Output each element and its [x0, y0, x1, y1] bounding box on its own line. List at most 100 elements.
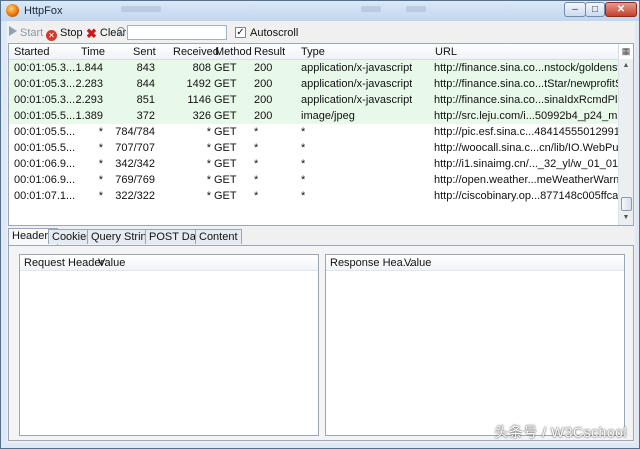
cell-type: * — [301, 174, 306, 186]
cell-sent: 707/707 — [115, 142, 155, 154]
cell-time: * — [98, 158, 103, 170]
cell-type: * — [301, 126, 306, 138]
cell-time: 2.283 — [75, 78, 103, 90]
background-title-text — [406, 6, 426, 12]
response-headers-header: Response Hea... Value — [326, 255, 624, 271]
cell-time: * — [98, 190, 103, 202]
cell-started: 00:01:07.1... — [14, 190, 76, 202]
cell-type: image/jpeg — [301, 110, 355, 122]
cell-time: 1.844 — [75, 62, 103, 74]
column-picker-icon[interactable]: ▦ — [618, 44, 633, 59]
stop-label: Stop — [60, 27, 83, 39]
request-value-column[interactable]: Value — [98, 257, 125, 269]
response-headers-pane[interactable]: Response Hea... Value — [325, 254, 625, 436]
table-scrollbar[interactable]: ▲ ▼ — [618, 59, 633, 225]
header-received[interactable]: Received — [173, 46, 219, 58]
cell-type: * — [301, 158, 306, 170]
cell-result: 200 — [254, 110, 273, 122]
cell-result: * — [254, 142, 259, 154]
cell-method: GET — [214, 190, 237, 202]
tab-content[interactable]: Content — [195, 229, 242, 244]
header-sent[interactable]: Sent — [133, 46, 156, 58]
cell-method: GET — [214, 110, 237, 122]
autoscroll-label[interactable]: Autoscroll — [250, 27, 298, 39]
header-time[interactable]: Time — [81, 46, 105, 58]
cell-result: * — [254, 190, 259, 202]
filter-input[interactable] — [127, 25, 227, 40]
cell-result: * — [254, 158, 259, 170]
search-icon — [117, 27, 125, 35]
stop-button[interactable]: ✕ Stop — [46, 25, 83, 41]
cell-type: application/x-javascript — [301, 78, 413, 90]
maximize-button[interactable]: □ — [585, 2, 605, 17]
cell-url: http://woocall.sina.c...cn/lib/IO.WebPus… — [434, 142, 619, 154]
cell-started: 00:01:05.3... — [14, 78, 76, 90]
cell-sent: 322/322 — [115, 190, 155, 202]
header-method[interactable]: Method — [215, 46, 252, 58]
start-button[interactable]: Start — [9, 25, 43, 41]
play-icon — [9, 26, 17, 36]
scroll-down-icon[interactable]: ▼ — [619, 211, 633, 225]
close-button[interactable]: ✕ — [605, 2, 637, 17]
cell-time: * — [98, 126, 103, 138]
cell-time: * — [98, 174, 103, 186]
table-row[interactable]: 00:01:05.5... * 707/707 * GET * * http:/… — [9, 140, 619, 156]
cell-time: * — [98, 142, 103, 154]
cell-sent: 851 — [136, 94, 155, 106]
response-value-column[interactable]: Value — [404, 257, 431, 269]
cell-method: GET — [214, 126, 237, 138]
background-title-text — [361, 6, 381, 12]
cell-result: * — [254, 174, 259, 186]
cell-started: 00:01:06.9... — [14, 158, 76, 170]
response-header-column[interactable]: Response Hea... — [330, 257, 412, 269]
headers-panel: Request Header Value Response Hea... Val… — [8, 245, 634, 441]
cell-sent: 844 — [136, 78, 155, 90]
table-row[interactable]: 00:01:05.3... 1.844 843 808 GET 200 appl… — [9, 60, 619, 76]
table-row[interactable]: 00:01:05.3... 2.293 851 1146 GET 200 app… — [9, 92, 619, 108]
scroll-up-icon[interactable]: ▲ — [619, 59, 633, 73]
cell-started: 00:01:05.5... — [14, 142, 76, 154]
header-url[interactable]: URL — [435, 46, 457, 58]
table-row[interactable]: 00:01:05.5... 1.389 372 326 GET 200 imag… — [9, 108, 619, 124]
table-row[interactable]: 00:01:05.3... 2.283 844 1492 GET 200 app… — [9, 76, 619, 92]
cell-started: 00:01:05.5... — [14, 126, 76, 138]
clear-x-icon: ✖ — [86, 26, 97, 41]
table-row[interactable]: 00:01:07.1... * 322/322 * GET * * http:/… — [9, 188, 619, 204]
request-rows: 00:01:05.3... 1.844 843 808 GET 200 appl… — [9, 60, 619, 204]
cell-result: 200 — [254, 62, 273, 74]
cell-sent: 372 — [136, 110, 155, 122]
table-row[interactable]: 00:01:05.5... * 784/784 * GET * * http:/… — [9, 124, 619, 140]
scrollbar-thumb[interactable] — [621, 197, 632, 211]
autoscroll-checkbox[interactable]: ✓ — [235, 27, 246, 38]
cell-url: http://ciscobinary.op...877148c005ffca59… — [434, 190, 619, 202]
cell-method: GET — [214, 94, 237, 106]
minimize-button[interactable]: ‒ — [564, 2, 586, 17]
cell-received: * — [206, 174, 211, 186]
header-result[interactable]: Result — [254, 46, 285, 58]
cell-received: 326 — [192, 110, 211, 122]
request-headers-header: Request Header Value — [20, 255, 318, 271]
cell-result: * — [254, 126, 259, 138]
cell-type: application/x-javascript — [301, 62, 413, 74]
cell-time: 2.293 — [75, 94, 103, 106]
cell-type: * — [301, 142, 306, 154]
cell-received: * — [206, 142, 211, 154]
title-bar[interactable]: HttpFox ‒ □ ✕ — [1, 1, 639, 21]
table-row[interactable]: 00:01:06.9... * 342/342 * GET * * http:/… — [9, 156, 619, 172]
cell-url: http://pic.esf.sina.c...4841455501299194… — [434, 126, 619, 138]
table-row[interactable]: 00:01:06.9... * 769/769 * GET * * http:/… — [9, 172, 619, 188]
cell-received: * — [206, 190, 211, 202]
firefox-icon — [6, 4, 19, 17]
cell-started: 00:01:05.5... — [14, 110, 76, 122]
background-title-text — [121, 6, 161, 12]
cell-url: http://open.weather...meWeatherWarnFun_ — [434, 174, 619, 186]
httpfox-window: HttpFox ‒ □ ✕ Start ✕ Stop ✖ Clear ✓ Autos… — [0, 0, 640, 449]
header-type[interactable]: Type — [301, 46, 325, 58]
request-header-column[interactable]: Request Header — [24, 257, 104, 269]
watermark: 头条号 / W3Cschool — [494, 424, 627, 440]
header-started[interactable]: Started — [14, 46, 49, 58]
cell-received: * — [206, 158, 211, 170]
start-label: Start — [20, 27, 44, 39]
request-headers-pane[interactable]: Request Header Value — [19, 254, 319, 436]
cell-method: GET — [214, 62, 237, 74]
